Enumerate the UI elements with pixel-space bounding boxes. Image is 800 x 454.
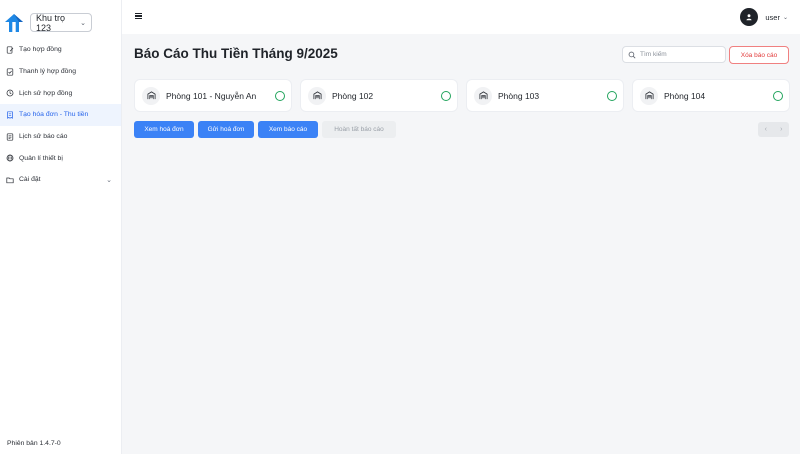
status-circle-icon [275,91,285,101]
history-icon [5,89,14,98]
room-card[interactable]: Phòng 104 [632,79,790,112]
room-name: Phòng 102 [332,90,374,101]
room-card[interactable]: Phòng 102 [300,79,458,112]
sidebar-item-settings[interactable]: Cài đặt ⌄ [0,169,121,191]
delete-report-button[interactable]: Xóa báo cáo [729,46,789,64]
room-list: Phòng 101 - Nguyễn An Phòng 102 Phòng 10… [134,79,790,112]
room-card[interactable]: Phòng 101 - Nguyễn An [134,79,292,112]
receipt-icon [5,110,14,119]
area-select-value: Khu trọ 123 [36,12,66,33]
avatar [740,8,759,26]
user-menu[interactable]: user ⌄ [740,8,788,26]
main-content: Báo Cáo Thu Tiền Tháng 9/2025 Xóa báo cá… [122,34,800,454]
sidebar-item-create-contract[interactable]: Tạo hợp đồng [0,39,121,61]
pager: ‹ › [758,122,789,137]
room-name: Phòng 103 [498,90,540,101]
sidebar-item-label: Thanh lý hợp đồng [19,68,76,76]
chevron-down-icon: ⌄ [106,176,112,184]
sidebar-item-label: Lịch sử báo cáo [19,133,68,141]
globe-icon [5,154,14,163]
next-page-icon[interactable]: › [780,126,782,133]
room-name: Phòng 101 - Nguyễn An [166,90,257,101]
action-bar: Xem hoá đơn Gửi hoá đơn Xem báo cáo Hoàn… [134,121,396,138]
send-invoice-button[interactable]: Gửi hoá đơn [198,121,254,138]
prev-page-icon[interactable]: ‹ [765,126,767,133]
room-card[interactable]: Phòng 103 [466,79,624,112]
sidebar-menu: Tạo hợp đồng Thanh lý hợp đồng Lịch sử h… [0,39,121,191]
status-circle-icon [441,91,451,101]
sidebar-item-report-history[interactable]: Lịch sử báo cáo [0,126,121,148]
garage-door-icon [142,86,160,105]
sidebar-item-contract-history[interactable]: Lịch sử hợp đồng [0,82,121,104]
status-circle-icon [773,91,783,101]
room-name: Phòng 104 [664,90,706,101]
chevron-down-icon: ⌄ [782,14,788,21]
version-label: Phiên bản 1.4.7-0 [7,440,61,447]
sidebar-item-label: Tạo hóa đơn - Thu tiền [19,111,89,119]
user-icon [746,14,752,21]
garage-door-icon [308,86,326,105]
sidebar: Khu trọ 123 ⌄ Tạo hợp đồng Thanh lý hợp … [0,0,122,454]
sidebar-item-label: Cài đặt [19,176,41,184]
page-title: Báo Cáo Thu Tiền Tháng 9/2025 [134,46,338,61]
view-report-button[interactable]: Xem báo cáo [258,121,318,138]
search-input[interactable] [640,51,720,58]
file-check-icon [5,67,14,76]
search-icon [628,51,636,58]
settings-folder-icon [5,175,14,184]
menu-toggle-icon[interactable] [135,13,142,19]
file-list-icon [5,132,14,141]
sidebar-item-device-management[interactable]: Quản lí thiết bị [0,147,121,169]
chevron-down-icon: ⌄ [80,19,86,27]
file-edit-icon [5,45,14,54]
sidebar-item-label: Lịch sử hợp đồng [19,89,73,97]
garage-door-icon [474,86,492,105]
sidebar-item-label: Tạo hợp đồng [19,46,62,54]
topbar: user ⌄ [122,0,800,34]
app-logo-icon[interactable] [4,13,24,33]
area-select[interactable]: Khu trọ 123 ⌄ [30,12,92,33]
sidebar-header: Khu trọ 123 ⌄ [0,0,121,36]
sidebar-item-terminate-contract[interactable]: Thanh lý hợp đồng [0,61,121,83]
garage-door-icon [640,86,658,105]
sidebar-item-label: Quản lí thiết bị [19,154,63,162]
sidebar-item-create-invoice[interactable]: Tạo hóa đơn - Thu tiền [0,104,121,126]
search-box[interactable] [622,46,726,63]
user-name: user [765,12,780,22]
complete-report-button[interactable]: Hoàn tất báo cáo [322,121,396,138]
status-circle-icon [607,91,617,101]
view-invoice-button[interactable]: Xem hoá đơn [134,121,194,138]
